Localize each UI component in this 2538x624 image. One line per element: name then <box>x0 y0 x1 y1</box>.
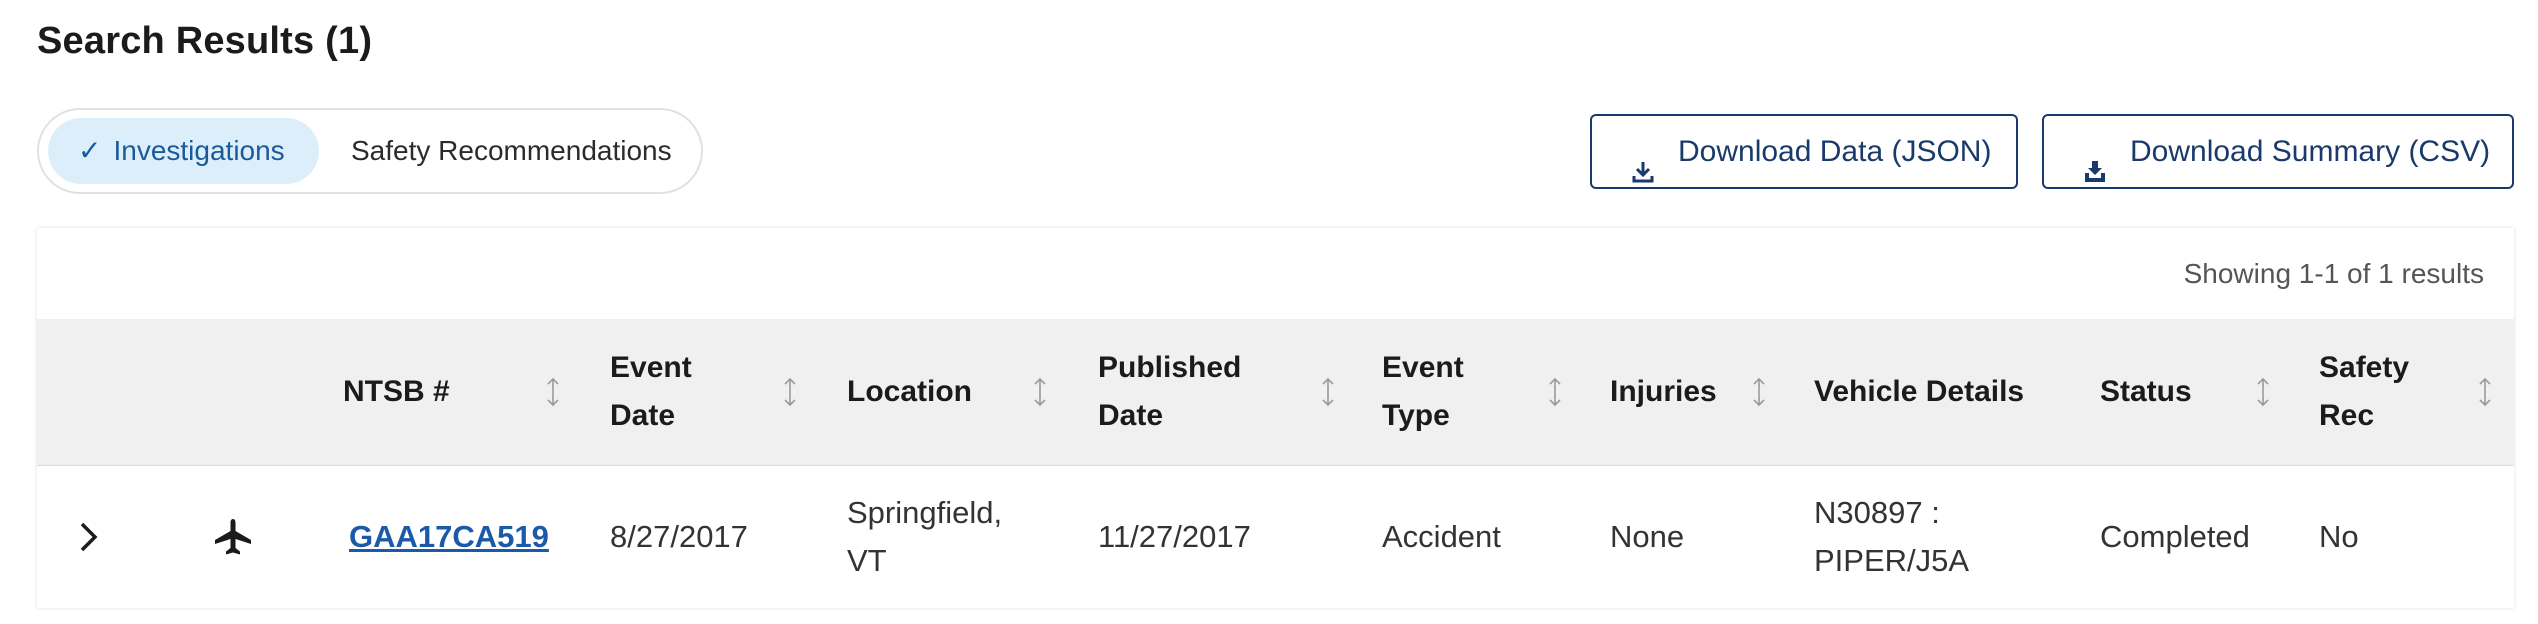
download-json-button[interactable]: Download Data (JSON) <box>1590 114 2018 189</box>
page-title: Search Results (1) <box>37 20 373 62</box>
table-header: NTSB # Event Date Location Published Date … <box>37 319 2514 466</box>
sort-icon[interactable] <box>545 319 565 465</box>
vehicle-details-cell: N30897 : PIPER/J5A <box>1814 494 1970 578</box>
column-header-ntsb[interactable]: NTSB # <box>343 319 450 465</box>
sort-icon[interactable] <box>1032 319 1052 465</box>
column-header-vehicle-details: Vehicle Details <box>1814 375 2025 408</box>
column-header-status[interactable]: Status <box>2100 319 2192 465</box>
published-date-cell: 11/27/2017 <box>1098 518 1251 554</box>
airplane-icon <box>213 465 253 608</box>
download-icon <box>1630 140 1656 211</box>
column-header-injuries[interactable]: Injuries <box>1610 319 1717 465</box>
download-csv-label: Download Summary (CSV) <box>2130 135 2491 168</box>
sort-icon[interactable] <box>782 319 802 465</box>
safety-rec-cell: No <box>2319 518 2359 554</box>
column-header-location[interactable]: Location <box>847 319 972 465</box>
chevron-right-icon[interactable] <box>77 465 101 608</box>
sort-icon[interactable] <box>2477 319 2497 465</box>
column-header-event-date[interactable]: Event Date <box>610 319 692 465</box>
table-row: GAA17CA519 8/27/2017 Springfield, VT 11/2… <box>37 465 2514 608</box>
results-card: Showing 1-1 of 1 results NTSB # Event Dat… <box>37 228 2514 608</box>
column-header-event-type[interactable]: Event Type <box>1382 319 1464 465</box>
sort-icon[interactable] <box>1547 319 1567 465</box>
sort-icon[interactable] <box>1320 319 1340 465</box>
download-stack-icon <box>2082 140 2108 211</box>
status-cell: Completed <box>2100 518 2250 554</box>
injuries-cell: None <box>1610 518 1685 554</box>
check-icon: ✓ <box>78 135 102 166</box>
sort-icon[interactable] <box>1751 319 1771 465</box>
results-count: Showing 1-1 of 1 results <box>2183 258 2484 289</box>
event-date-cell: 8/27/2017 <box>610 518 748 554</box>
event-type-cell: Accident <box>1382 518 1501 554</box>
toggle-investigations[interactable]: ✓ Investigations <box>48 118 319 184</box>
sort-icon[interactable] <box>2255 319 2275 465</box>
toggle-safety-recommendations-label: Safety Recommendations <box>351 135 672 166</box>
toggle-investigations-label: Investigations <box>113 135 285 166</box>
column-header-published-date[interactable]: Published Date <box>1098 319 1241 465</box>
column-header-safety-rec[interactable]: Safety Rec <box>2319 319 2409 465</box>
ntsb-number-link[interactable]: GAA17CA519 <box>349 465 549 608</box>
download-csv-button[interactable]: Download Summary (CSV) <box>2042 114 2514 189</box>
location-cell: Springfield, VT <box>847 494 1003 578</box>
result-type-toggle: ✓ Investigations Safety Recommendations <box>37 108 703 194</box>
toggle-safety-recommendations[interactable]: Safety Recommendations <box>331 118 691 184</box>
download-json-label: Download Data (JSON) <box>1678 135 1992 168</box>
